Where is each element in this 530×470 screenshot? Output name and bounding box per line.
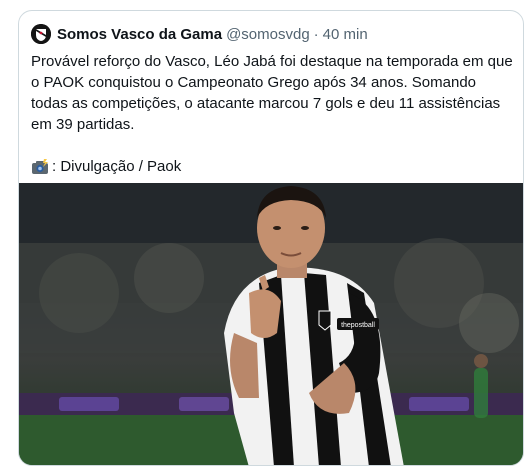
tweet-timestamp[interactable]: 40 min xyxy=(323,26,368,43)
tweet-card[interactable]: Somos Vasco da Gama @somosvdg · 40 min P… xyxy=(18,10,524,466)
photo-credit: : Divulgação / Paok xyxy=(31,156,513,177)
header-separator: · xyxy=(313,25,319,43)
camera-flash-icon xyxy=(32,158,48,174)
vasco-crest-icon xyxy=(31,24,51,44)
tweet-body: Provável reforço do Vasco, Léo Jabá foi … xyxy=(31,51,513,177)
author-name[interactable]: Somos Vasco da Gama xyxy=(57,26,222,43)
player-photo-illustration: thepostball xyxy=(19,183,523,465)
credit-text: : Divulgação / Paok xyxy=(52,158,182,175)
tweet-photo[interactable]: thepostball xyxy=(19,183,523,465)
tweet-header: Somos Vasco da Gama @somosvdg · 40 min xyxy=(31,23,511,45)
jersey-sponsor-text: thepostball xyxy=(341,322,375,329)
author-handle[interactable]: @somosvdg xyxy=(226,26,310,43)
avatar[interactable] xyxy=(31,24,51,44)
tweet-text: Provável reforço do Vasco, Léo Jabá foi … xyxy=(31,53,513,133)
